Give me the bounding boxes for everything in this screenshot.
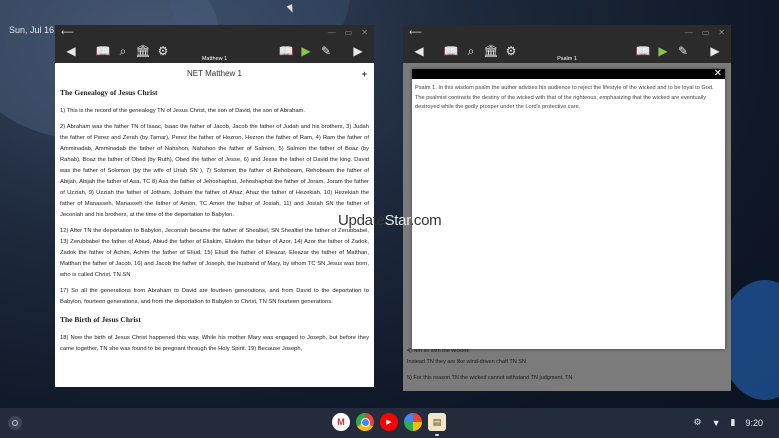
youtube-icon[interactable]: ▶ — [380, 413, 398, 431]
window-close-icon[interactable]: ✕ — [361, 28, 368, 37]
shelf: M ▶ ▤ ⚙ ▼ ▮ 9:20 — [0, 408, 779, 438]
wifi-icon: ▼ — [711, 417, 721, 428]
photos-icon[interactable] — [404, 413, 422, 431]
settings-icon[interactable]: ⚙ — [694, 417, 702, 428]
chapter-content[interactable]: NET Matthew 1 + The Genealogy of Jesus C… — [55, 63, 374, 387]
gmail-icon[interactable]: M — [332, 413, 350, 431]
popup-text: Psalm 1. In this wisdom psalm the author… — [415, 85, 714, 110]
verse-line: 5) For this reason TN the wicked cannot … — [407, 375, 573, 381]
pinned-apps: M ▶ ▤ — [332, 413, 446, 436]
window-back-icon[interactable]: ⟵ — [409, 27, 422, 38]
popup-header: ✕ — [412, 68, 725, 79]
page-title: NET Matthew 1 + — [187, 67, 367, 81]
bible-window-matthew: ⟵ — ▭ ✕ ◀ 📖 ⌕ 🏛 ⚙ 📖 ▶ ✎ ▶ Matthew 1 NET … — [55, 25, 374, 387]
toolbar: ◀ 📖 ⌕ 🏛 ⚙ 📖 ▶ ✎ ▶ Psalm 1 — [403, 39, 731, 63]
maximize-icon[interactable]: ▭ — [702, 28, 710, 37]
watermark: UpdateStar.com — [338, 212, 442, 229]
window-titlebar: ⟵ — ▭ ✕ — [55, 25, 374, 39]
verse-paragraph[interactable]: 18) Now the birth of Jesus Christ happen… — [60, 333, 369, 355]
toolbar: ◀ 📖 ⌕ 🏛 ⚙ 📖 ▶ ✎ ▶ Matthew 1 — [55, 39, 374, 63]
window-back-icon[interactable]: ⟵ — [61, 27, 74, 38]
close-icon[interactable]: ✕ — [714, 68, 722, 79]
window-close-icon[interactable]: ✕ — [718, 28, 725, 37]
chapter-subtitle: Matthew 1 — [201, 56, 228, 62]
section-heading: The Genealogy of Jesus Christ — [60, 88, 158, 97]
add-icon[interactable]: + — [362, 67, 367, 81]
verse-paragraph[interactable]: 17) So all the generations from Abraham … — [60, 286, 369, 308]
verse-paragraph[interactable]: 1) This is the record of the genealogy T… — [60, 106, 369, 117]
clock: 9:20 — [745, 417, 763, 428]
bible-window-psalm: ⟵ — ▭ ✕ ◀ 📖 ⌕ 🏛 ⚙ 📖 ▶ ✎ ▶ Psalm 1 4) Not… — [403, 25, 731, 391]
verse-paragraph[interactable]: 2) Abraham was the father TN of Isaac, I… — [60, 122, 369, 221]
chrome-icon[interactable] — [356, 413, 374, 431]
section-heading: The Birth of Jesus Christ — [60, 315, 141, 324]
bible-app-icon[interactable]: ▤ — [428, 413, 446, 436]
battery-icon: ▮ — [730, 417, 736, 427]
maximize-icon[interactable]: ▭ — [345, 28, 353, 37]
verse-paragraph[interactable]: 12) After TN the deportation to Babylon,… — [60, 226, 369, 281]
minimize-icon[interactable]: — — [685, 28, 693, 37]
minimize-icon[interactable]: — — [328, 28, 336, 37]
verse-line: Instead TN they are like wind-driven cha… — [407, 359, 526, 365]
launcher-button[interactable] — [8, 416, 22, 430]
date-label: Sun, Jul 16 — [9, 25, 55, 35]
status-tray[interactable]: ⚙ ▼ ▮ 9:20 — [694, 417, 763, 428]
window-titlebar: ⟵ — ▭ ✕ — [403, 25, 731, 39]
note-popup: ✕ Psalm 1. In this wisdom psalm the auth… — [412, 68, 725, 349]
chapter-subtitle: Psalm 1 — [557, 56, 577, 62]
